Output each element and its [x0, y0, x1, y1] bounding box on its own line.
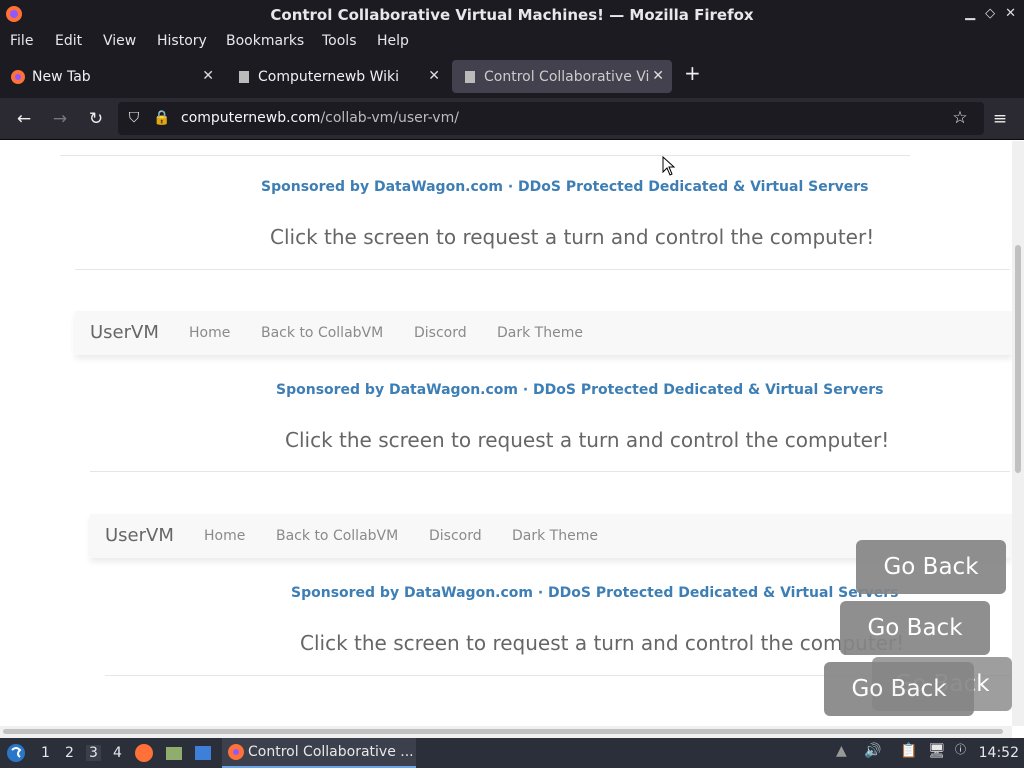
firefox-launcher-icon[interactable]: [134, 743, 154, 763]
menu-view[interactable]: View: [103, 33, 136, 49]
vm-navbar: UserVM Home Back to CollabVM Discord Dar…: [75, 311, 1012, 355]
maximize-icon[interactable]: ◇: [985, 6, 995, 21]
close-tab-icon[interactable]: ✕: [202, 68, 214, 84]
nav-dark-theme[interactable]: Dark Theme: [512, 528, 598, 544]
brand-uservm[interactable]: UserVM: [105, 525, 174, 546]
sponsor-link[interactable]: Sponsored by DataWagon.com · DDoS Protec…: [261, 179, 868, 195]
url-text: computernewb.com/collab-vm/user-vm/: [181, 110, 459, 126]
page-content: Sponsored by DataWagon.com · DDoS Protec…: [0, 141, 1012, 726]
sponsor-link[interactable]: Sponsored by DataWagon.com · DDoS Protec…: [291, 585, 898, 601]
click-instruction: Click the screen to request a turn and c…: [300, 631, 905, 655]
divider: [60, 155, 910, 156]
nav-home[interactable]: Home: [204, 528, 245, 544]
firefox-icon: [228, 744, 244, 760]
reload-icon[interactable]: ↻: [86, 109, 106, 129]
volume-icon[interactable]: 🔊: [864, 743, 881, 759]
nav-back-to-collabvm[interactable]: Back to CollabVM: [261, 325, 383, 341]
clipboard-icon[interactable]: 📋: [900, 743, 917, 759]
workspace-4[interactable]: 4: [113, 745, 122, 761]
url-bar[interactable]: ⛉ 🔒 computernewb.com/collab-vm/user-vm/ …: [118, 102, 984, 135]
tab-new-tab[interactable]: New Tab ✕: [0, 60, 222, 93]
nav-discord[interactable]: Discord: [429, 528, 482, 544]
click-instruction: Click the screen to request a turn and c…: [270, 225, 875, 249]
close-icon[interactable]: ✕: [1005, 6, 1016, 21]
notification-icon[interactable]: ⓘ: [955, 741, 966, 757]
bookmark-star-icon[interactable]: ☆: [950, 108, 970, 128]
menu-history[interactable]: History: [157, 33, 207, 49]
menu-edit[interactable]: Edit: [55, 33, 82, 49]
tab-computernewb-wiki[interactable]: Computernewb Wiki ✕: [226, 60, 448, 93]
nav-discord[interactable]: Discord: [414, 325, 467, 341]
minimize-icon[interactable]: ▁: [965, 6, 975, 21]
tab-label: New Tab: [32, 69, 91, 85]
lock-icon[interactable]: 🔒: [152, 108, 172, 128]
new-tab-button[interactable]: +: [684, 61, 701, 85]
file-manager-icon[interactable]: [164, 743, 184, 763]
menu-bar: File Edit View History Bookmarks Tools H…: [0, 29, 1024, 53]
menu-file[interactable]: File: [10, 33, 33, 49]
divider: [90, 471, 1010, 472]
taskbar-firefox-window[interactable]: Control Collaborative ...: [222, 738, 416, 768]
window-titlebar: Control Collaborative Virtual Machines! …: [0, 0, 1024, 29]
tab-label: Computernewb Wiki: [258, 69, 400, 85]
horizontal-scrollbar[interactable]: [0, 726, 1012, 738]
taskbar: 1 2 3 4 Control Collaborative ... ▲ 🔊 📋 …: [0, 738, 1024, 768]
workspace-1[interactable]: 1: [41, 745, 50, 761]
menu-tools[interactable]: Tools: [322, 33, 357, 49]
scrollbar-thumb[interactable]: [1015, 245, 1021, 473]
nav-back-to-collabvm[interactable]: Back to CollabVM: [276, 528, 398, 544]
divider: [75, 269, 1010, 270]
window-title: Control Collaborative Virtual Machines! …: [270, 6, 754, 24]
desktop-icon[interactable]: [193, 743, 213, 763]
forward-icon[interactable]: →: [50, 109, 70, 129]
back-icon[interactable]: ←: [14, 109, 34, 129]
network-icon[interactable]: 🖥: [928, 743, 946, 759]
go-back-button[interactable]: Go Back: [856, 540, 1006, 594]
start-menu-icon[interactable]: [6, 743, 26, 763]
workspace-2[interactable]: 2: [65, 745, 74, 761]
sponsor-link[interactable]: Sponsored by DataWagon.com · DDoS Protec…: [276, 382, 883, 398]
navigation-toolbar: ← → ↻ ⛉ 🔒 computernewb.com/collab-vm/use…: [0, 98, 1024, 140]
nav-home[interactable]: Home: [189, 325, 230, 341]
collabvm-icon: [465, 71, 475, 83]
firefox-icon: [11, 70, 25, 84]
task-label: Control Collaborative ...: [248, 744, 414, 760]
go-back-button[interactable]: Go Back: [824, 662, 974, 716]
tab-control-collaborative[interactable]: Control Collaborative Virt ✕: [452, 60, 672, 93]
app-menu-icon[interactable]: ≡: [990, 109, 1010, 129]
shield-icon[interactable]: ⛉: [124, 108, 144, 128]
menu-help[interactable]: Help: [377, 33, 409, 49]
mouse-cursor-icon: [662, 156, 676, 176]
clock: 14:52: [978, 745, 1019, 761]
tab-label: Control Collaborative Virt: [484, 69, 649, 85]
scrollbar-thumb[interactable]: [3, 729, 1003, 734]
go-back-button[interactable]: Go Back: [840, 601, 990, 655]
close-tab-icon[interactable]: ✕: [652, 68, 664, 84]
brand-uservm[interactable]: UserVM: [90, 322, 159, 343]
nav-dark-theme[interactable]: Dark Theme: [497, 325, 583, 341]
tab-bar: New Tab ✕ Computernewb Wiki ✕ Control Co…: [0, 53, 1024, 98]
close-tab-icon[interactable]: ✕: [428, 68, 440, 84]
vertical-scrollbar[interactable]: [1012, 141, 1024, 726]
workspace-3[interactable]: 3: [86, 745, 101, 761]
click-instruction: Click the screen to request a turn and c…: [285, 428, 890, 452]
wiki-icon: [239, 71, 249, 83]
menu-bookmarks[interactable]: Bookmarks: [226, 33, 304, 49]
tray-scroll-icon[interactable]: ▲: [836, 743, 847, 759]
